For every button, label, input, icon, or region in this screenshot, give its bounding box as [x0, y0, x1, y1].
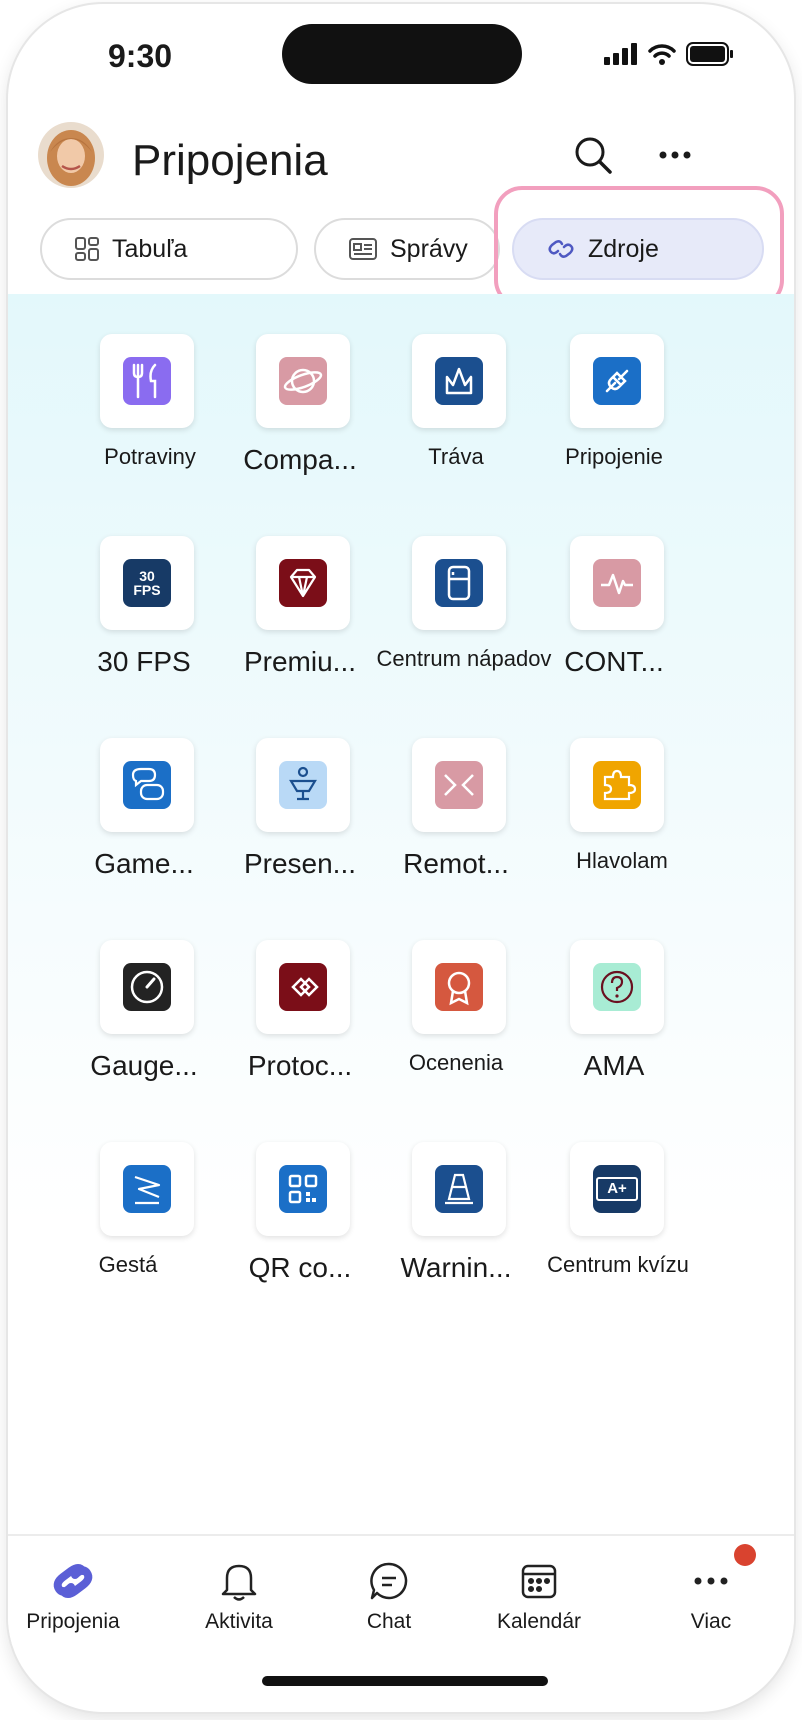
connections-icon	[8, 1556, 138, 1606]
app-tile[interactable]	[570, 334, 664, 428]
nav-label: Aktivita	[205, 1610, 273, 1633]
app-tile[interactable]	[570, 940, 664, 1034]
grass-icon	[435, 357, 483, 405]
nav-chat[interactable]: Chat	[324, 1556, 454, 1634]
nav-label: Pripojenia	[26, 1610, 120, 1633]
app-tile[interactable]	[100, 334, 194, 428]
puzzle-icon	[593, 761, 641, 809]
app-tile[interactable]	[256, 334, 350, 428]
app-tile[interactable]	[570, 536, 664, 630]
tab-news[interactable]: Správy	[314, 218, 500, 280]
bottom-navigation: Pripojenia Aktivita Chat Kalendár Viac	[8, 1534, 794, 1646]
nav-label: Chat	[366, 1610, 412, 1633]
search-button[interactable]	[568, 130, 618, 180]
app-tile[interactable]	[256, 536, 350, 630]
icon-text: A+	[596, 1177, 638, 1201]
cellular-signal-icon	[604, 43, 637, 65]
podium-icon	[279, 761, 327, 809]
battery-icon	[686, 42, 733, 66]
app-tile[interactable]	[256, 940, 350, 1034]
game-chat-icon	[123, 761, 171, 809]
more-horizontal-icon	[659, 151, 691, 159]
app-tile[interactable]	[100, 1142, 194, 1236]
resource-item[interactable]: Pripojenie	[528, 294, 700, 494]
bell-icon	[174, 1556, 304, 1606]
app-tile[interactable]	[570, 738, 664, 832]
app-tile[interactable]	[256, 738, 350, 832]
qr-icon	[279, 1165, 327, 1213]
resource-label: AMA	[583, 1050, 645, 1081]
resources-grid: Potraviny Compa... Tráva Pripojenie 30 FPS 30…	[8, 294, 794, 1534]
dynamic-island	[282, 24, 522, 84]
app-tile[interactable]: 30 FPS	[100, 536, 194, 630]
pulse-icon	[593, 559, 641, 607]
gesture-icon	[123, 1165, 171, 1213]
app-tile[interactable]	[256, 1142, 350, 1236]
app-tile[interactable]	[412, 940, 506, 1034]
app-tile[interactable]	[100, 940, 194, 1034]
resource-label: CONT...	[564, 646, 664, 677]
resource-item[interactable]: Hlavolam	[528, 698, 700, 898]
home-indicator	[262, 1676, 548, 1686]
nav-connections[interactable]: Pripojenia	[8, 1556, 138, 1634]
status-time: 9:30	[108, 38, 173, 74]
tab-label: Správy	[390, 234, 468, 263]
wifi-icon	[648, 44, 676, 65]
plug-icon	[593, 357, 641, 405]
app-tile[interactable]	[412, 334, 506, 428]
tab-dashboard[interactable]: Tabuľa	[40, 218, 298, 280]
fps-icon: 30 FPS	[123, 559, 171, 607]
fridge-icon	[435, 559, 483, 607]
nav-activity[interactable]: Aktivita	[174, 1556, 304, 1634]
nav-label: Viac	[690, 1610, 732, 1633]
icon-text: 30 FPS	[133, 568, 161, 598]
dashboard-icon	[74, 236, 100, 262]
nav-more[interactable]: Viac	[646, 1544, 776, 1634]
page-title: Pripojenia	[132, 136, 328, 185]
cone-icon	[435, 1165, 483, 1213]
app-tile[interactable]	[412, 536, 506, 630]
nav-label: Kalendár	[496, 1610, 582, 1633]
resource-label: Hlavolam	[576, 848, 668, 873]
fork-knife-icon	[123, 357, 171, 405]
remote-icon	[435, 761, 483, 809]
gauge-icon	[123, 963, 171, 1011]
protocol-icon	[279, 963, 327, 1011]
resource-label: Pripojenie	[565, 444, 663, 469]
quiz-icon: A+	[593, 1165, 641, 1213]
diamond-icon	[279, 559, 327, 607]
tab-label: Tabuľa	[112, 234, 188, 263]
resource-item[interactable]: AMA	[528, 900, 700, 1100]
app-tile[interactable]	[100, 738, 194, 832]
news-icon	[348, 237, 378, 261]
nav-calendar[interactable]: Kalendár	[474, 1556, 604, 1634]
app-tile[interactable]	[412, 1142, 506, 1236]
resource-item[interactable]: A+ Centrum kvízu	[528, 1102, 700, 1302]
planet-icon	[279, 357, 327, 405]
selection-highlight	[494, 186, 784, 308]
award-icon	[435, 963, 483, 1011]
status-icons	[604, 42, 734, 66]
app-tile[interactable]	[412, 738, 506, 832]
phone-frame: 9:30 Pripojenia Tabuľa Správy Zdroje Pot…	[8, 4, 794, 1712]
notification-badge	[734, 1544, 756, 1566]
resource-item[interactable]: CONT...	[528, 496, 700, 696]
search-icon	[575, 137, 612, 174]
calendar-icon	[474, 1556, 604, 1606]
more-options-button[interactable]	[650, 130, 700, 180]
resource-label: Centrum kvízu	[547, 1252, 689, 1277]
chat-icon	[324, 1556, 454, 1606]
question-icon	[593, 963, 641, 1011]
more-icon	[646, 1556, 776, 1606]
avatar[interactable]	[38, 122, 104, 188]
app-tile[interactable]: A+	[570, 1142, 664, 1236]
